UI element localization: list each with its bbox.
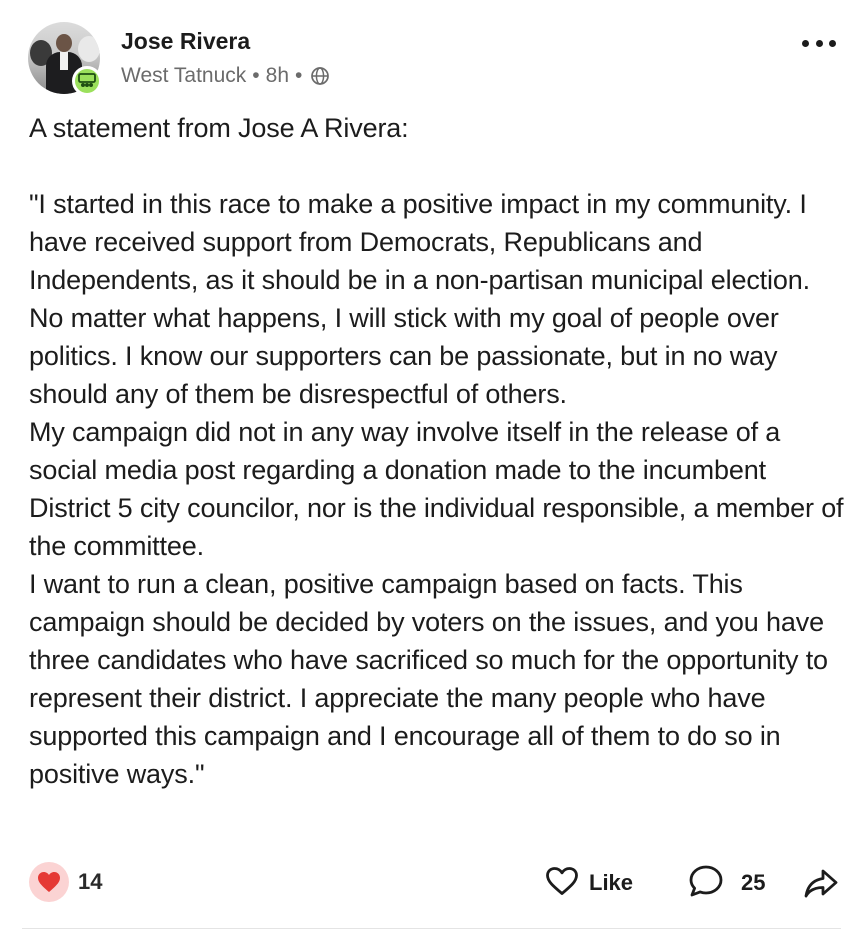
avatar-person-shirt	[60, 52, 68, 70]
group-icon	[72, 66, 102, 96]
author-name[interactable]: Jose Rivera	[121, 27, 250, 55]
heart-outline-icon	[545, 866, 579, 901]
post-paragraph: A statement from Jose A Rivera:	[29, 113, 409, 143]
more-options-icon[interactable]	[802, 34, 836, 52]
like-label: Like	[589, 870, 634, 895]
author-avatar[interactable]	[28, 22, 102, 96]
share-icon[interactable]	[802, 864, 840, 902]
like-button[interactable]: Like	[545, 864, 633, 902]
more-dot	[829, 39, 836, 47]
post-paragraph: I want to run a clean, positive campaign…	[29, 569, 828, 789]
post-card: Jose Rivera West Tatnuck • 8h • A statem…	[0, 0, 863, 932]
more-dot	[802, 39, 809, 47]
comment-icon	[688, 864, 724, 903]
more-dot	[815, 39, 823, 47]
post-paragraph: My campaign did not in any way involve i…	[29, 417, 844, 561]
reaction-count[interactable]: 14	[78, 869, 102, 895]
post-meta: West Tatnuck • 8h •	[121, 62, 330, 90]
divider	[22, 928, 841, 929]
post-body: A statement from Jose A Rivera: "I start…	[29, 109, 844, 793]
comment-button[interactable]: 25	[688, 864, 765, 902]
post-time[interactable]: 8h	[266, 62, 289, 90]
avatar-balloon	[78, 36, 100, 62]
avatar-person-head	[56, 34, 72, 52]
globe-icon	[310, 66, 330, 86]
meta-separator: •	[295, 64, 303, 87]
heart-icon[interactable]	[29, 862, 69, 902]
post-paragraph: "I started in this race to make a positi…	[29, 189, 810, 409]
group-name[interactable]: West Tatnuck	[121, 62, 246, 90]
comment-count: 25	[741, 870, 766, 895]
meta-separator: •	[252, 64, 260, 87]
